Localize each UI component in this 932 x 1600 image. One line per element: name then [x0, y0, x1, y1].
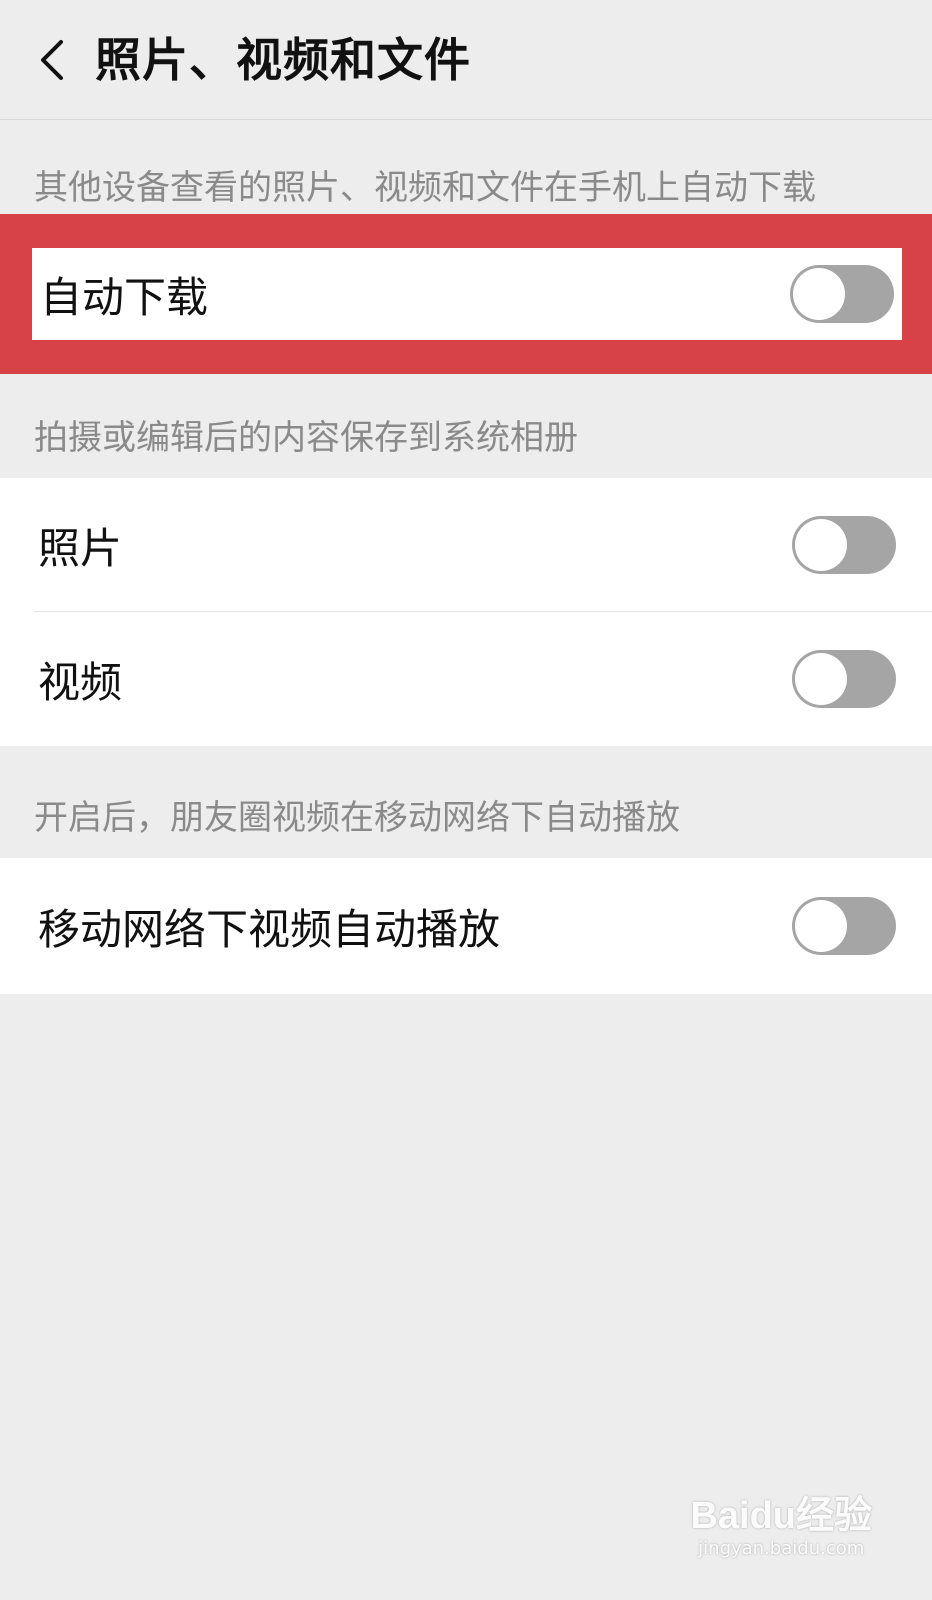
settings-row-auto-download: 自动下载: [32, 248, 902, 340]
toggle-knob: [795, 653, 847, 705]
mobile-autoplay-label: 移动网络下视频自动播放: [38, 904, 501, 954]
watermark-url: jingyan.baidu.com: [698, 1538, 865, 1559]
toggle-knob: [795, 900, 847, 952]
highlight-box: 自动下载: [0, 214, 932, 374]
settings-group-autoplay: 移动网络下视频自动播放: [0, 858, 932, 994]
mobile-autoplay-toggle[interactable]: [792, 897, 896, 955]
photos-label: 照片: [38, 523, 123, 573]
videos-label: 视频: [38, 657, 123, 707]
page-title: 照片、视频和文件: [95, 33, 471, 87]
auto-download-toggle[interactable]: [790, 265, 894, 323]
nav-bar: 照片、视频和文件: [0, 0, 932, 120]
photos-toggle[interactable]: [792, 516, 896, 574]
settings-group-save-to-album: 照片 视频: [0, 478, 932, 746]
section-label-moments-autoplay: 开启后，朋友圈视频在移动网络下自动播放: [34, 798, 680, 838]
videos-toggle[interactable]: [792, 650, 896, 708]
chevron-left-icon: [41, 40, 63, 80]
baidu-jingyan-watermark: Baidu经验 jingyan.baidu.com: [690, 1494, 872, 1560]
auto-download-label: 自动下载: [40, 272, 209, 322]
toggle-knob: [793, 268, 845, 320]
settings-row-photos: 照片: [0, 478, 932, 612]
back-button[interactable]: [22, 30, 82, 90]
section-label-save-to-album: 拍摄或编辑后的内容保存到系统相册: [34, 418, 578, 458]
section-label-auto-download: 其他设备查看的照片、视频和文件在手机上自动下载: [34, 168, 816, 208]
watermark-logo: Baidu经验: [690, 1495, 872, 1537]
settings-row-videos: 视频: [0, 612, 932, 746]
settings-row-mobile-autoplay: 移动网络下视频自动播放: [0, 858, 932, 994]
toggle-knob: [795, 519, 847, 571]
